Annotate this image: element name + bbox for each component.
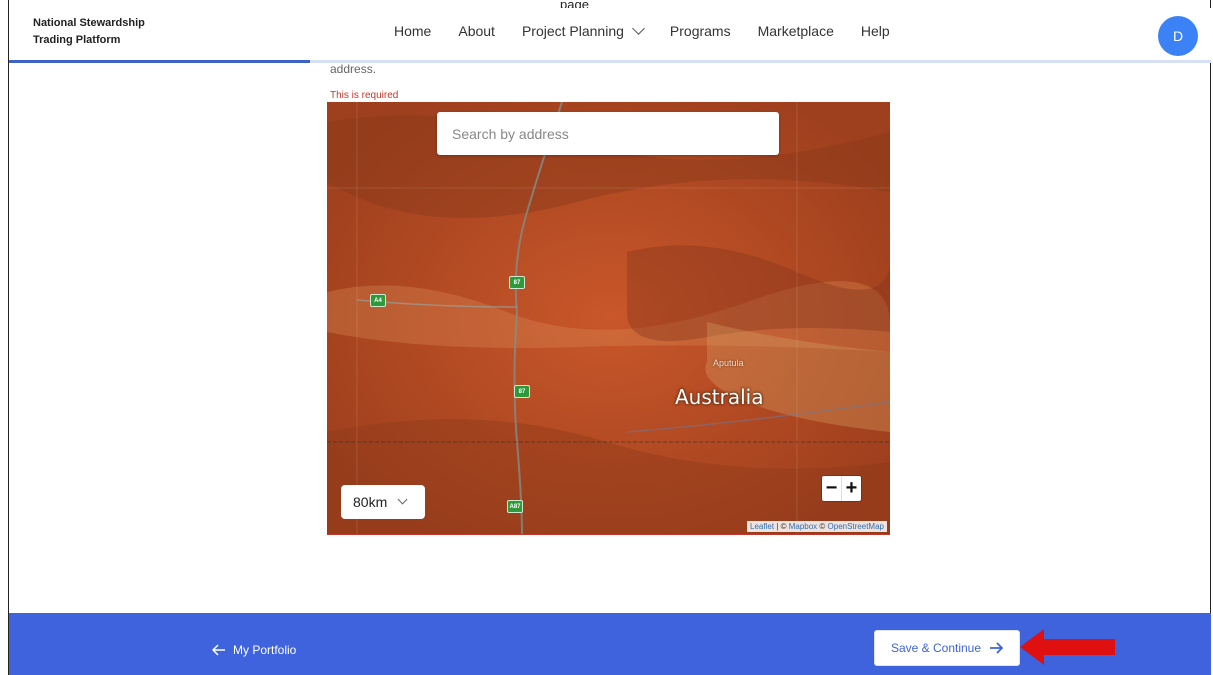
nav-marketplace[interactable]: Marketplace [758, 23, 834, 39]
brand-line-1: National Stewardship [33, 17, 145, 29]
annotation-arrow-icon [1020, 629, 1115, 665]
satellite-terrain [327, 102, 890, 534]
zoom-out-button[interactable]: − [822, 476, 841, 501]
attribution-separator: | © [774, 522, 789, 531]
nav-programs[interactable]: Programs [670, 23, 731, 39]
zoom-in-button[interactable]: + [841, 476, 861, 501]
chevron-down-icon [632, 22, 645, 35]
arrow-left-icon [212, 644, 225, 656]
scale-value: 80km [353, 494, 388, 510]
map-scale-select[interactable]: 80km [341, 485, 425, 519]
main-nav: Home About Project Planning Programs Mar… [394, 22, 890, 39]
top-caption: page [560, 0, 589, 8]
leaflet-link[interactable]: Leaflet [750, 522, 774, 531]
map-attribution: Leaflet | © Mapbox © OpenStreetMap [747, 521, 887, 532]
required-error: This is required [330, 90, 399, 101]
nav-help[interactable]: Help [861, 23, 890, 39]
save-continue-label: Save & Continue [890, 641, 982, 655]
nav-about[interactable]: About [458, 23, 495, 39]
nav-home-label: Home [394, 23, 432, 39]
user-avatar[interactable]: D [1158, 16, 1198, 56]
osm-link[interactable]: OpenStreetMap [828, 522, 884, 531]
nav-help-label: Help [860, 23, 890, 39]
attribution-separator: © [817, 522, 828, 531]
nav-home[interactable]: Home [394, 23, 431, 39]
top-navbar: National Stewardship Trading Platform Ho… [9, 8, 1211, 62]
nav-project-planning-label: Project Planning [521, 23, 624, 39]
road-shield: 87 [509, 276, 525, 289]
town-label: Aputula [713, 358, 744, 368]
map-search-input[interactable] [437, 112, 779, 155]
nav-about-label: About [458, 23, 495, 39]
nav-programs-label: Programs [669, 23, 731, 39]
save-continue-button[interactable]: Save & Continue [874, 630, 1020, 666]
progress-fill [9, 60, 310, 63]
map-view[interactable]: 87 A4 87 A87 Aputula Australia 80km − + … [327, 102, 890, 535]
progress-bar [9, 60, 1211, 63]
nav-marketplace-label: Marketplace [757, 23, 834, 39]
chevron-down-icon [397, 494, 408, 505]
brand-line-2: Trading Platform [33, 34, 121, 46]
my-portfolio-link[interactable]: My Portfolio [212, 643, 296, 657]
mapbox-link[interactable]: Mapbox [789, 522, 817, 531]
field-helper-text: address. [330, 62, 377, 76]
brand-logo[interactable]: National Stewardship Trading Platform [33, 15, 145, 49]
nav-project-planning[interactable]: Project Planning [521, 22, 645, 39]
arrow-right-icon [990, 642, 1004, 654]
road-shield: A87 [507, 500, 523, 513]
country-label: Australia [675, 385, 764, 409]
zoom-controls: − + [822, 476, 861, 501]
road-shield: A4 [370, 294, 386, 307]
road-shield: 87 [514, 385, 530, 398]
my-portfolio-label: My Portfolio [233, 643, 297, 657]
